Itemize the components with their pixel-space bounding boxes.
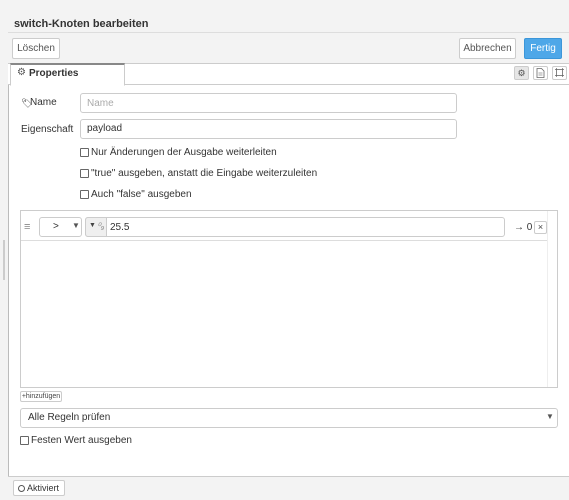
remove-rule-button[interactable]: × xyxy=(534,221,547,234)
enabled-toggle-label: Aktiviert xyxy=(27,483,60,493)
name-label: Name xyxy=(30,97,57,108)
gear-icon: ⚙ xyxy=(17,67,26,78)
name-input[interactable] xyxy=(80,93,457,113)
radio-icon xyxy=(18,485,25,492)
dialog-title: switch-Knoten bearbeiten xyxy=(14,18,149,30)
number-type-icon: ⁰₉ xyxy=(97,221,105,231)
rule-value: 25.5 xyxy=(110,222,130,233)
checkbox-output-true[interactable] xyxy=(80,169,89,178)
tab-properties-label: Properties xyxy=(29,68,79,79)
checkbox-changes-only[interactable] xyxy=(80,148,89,157)
checkbox-changes-only-label: Nur Änderungen der Ausgabe weiterleiten xyxy=(91,147,277,158)
dialog-footer xyxy=(8,476,569,500)
drag-handle-icon[interactable]: ≡ xyxy=(24,221,30,233)
caret-down-icon: ▼ xyxy=(89,222,96,229)
frame-icon[interactable] xyxy=(552,66,567,80)
chevron-down-icon: ▼ xyxy=(72,221,80,230)
document-icon[interactable] xyxy=(533,66,548,80)
rule-value-input[interactable] xyxy=(85,217,505,237)
resize-grip[interactable] xyxy=(3,240,5,280)
rule-output-label: → 0 xyxy=(514,222,533,233)
checkbox-fixed-value[interactable] xyxy=(20,436,29,445)
checkbox-output-false[interactable] xyxy=(80,190,89,199)
rule-mode-select[interactable]: Alle Regeln prüfen xyxy=(20,408,558,428)
done-button[interactable]: Fertig xyxy=(524,38,562,59)
gear-icon[interactable]: ⚙ xyxy=(514,66,529,80)
cancel-button[interactable]: Abbrechen xyxy=(459,38,516,59)
checkbox-fixed-value-label: Festen Wert ausgeben xyxy=(31,435,132,446)
property-input[interactable]: payload xyxy=(80,119,457,139)
property-label: Eigenschaft xyxy=(21,124,74,135)
checkbox-output-false-label: Auch "false" ausgeben xyxy=(91,189,192,200)
enabled-toggle[interactable]: Aktiviert xyxy=(13,480,65,496)
delete-button[interactable]: Löschen xyxy=(12,38,60,59)
checkbox-output-true-label: "true" ausgeben, anstatt die Eingabe wei… xyxy=(91,168,318,179)
chevron-down-icon: ▼ xyxy=(546,412,554,421)
add-rule-button[interactable]: +hinzufügen xyxy=(20,391,62,402)
rules-scrollbar[interactable] xyxy=(547,211,557,387)
